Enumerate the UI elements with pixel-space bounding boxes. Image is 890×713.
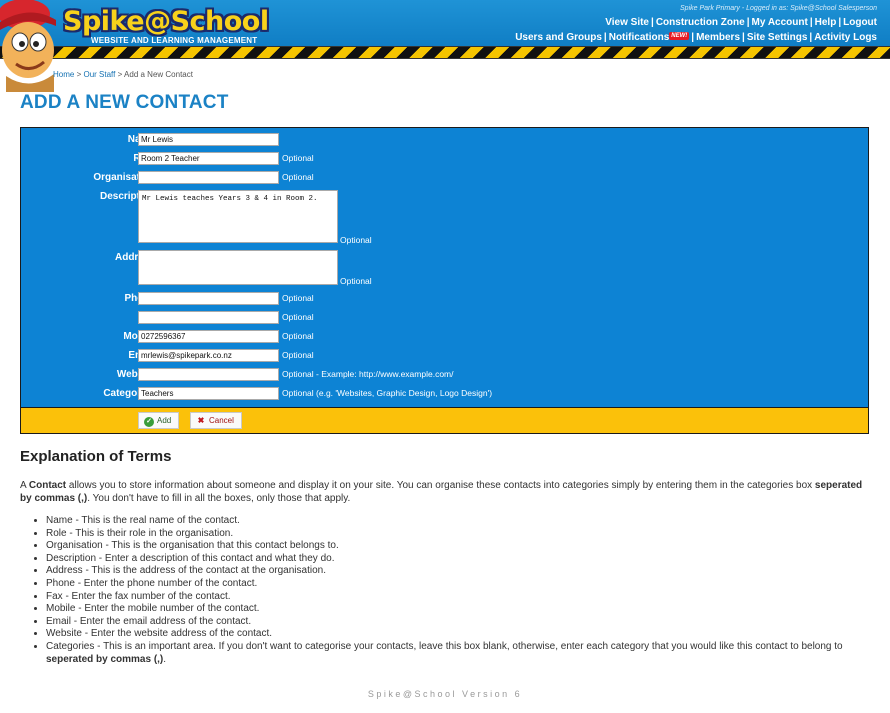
- description-hint: Optional: [340, 235, 372, 245]
- nav-logout[interactable]: Logout: [843, 17, 877, 28]
- nav-notifications[interactable]: Notifications: [609, 32, 670, 43]
- form-actions: ✓ Add ✖ Cancel: [21, 407, 868, 433]
- close-icon: ✖: [197, 416, 205, 425]
- terms-list: Name - This is the real name of the cont…: [20, 515, 870, 666]
- explanation-text: . You don't have to fill in all the boxe…: [87, 492, 351, 504]
- cancel-button[interactable]: ✖ Cancel: [190, 412, 242, 429]
- breadcrumb-current: Add a New Contact: [124, 70, 193, 79]
- nav-users-groups[interactable]: Users and Groups: [515, 32, 602, 43]
- phone-label: Phone: [35, 293, 155, 304]
- list-item: Phone - Enter the phone number of the co…: [46, 578, 870, 591]
- check-icon: ✓: [144, 417, 154, 427]
- nav-help[interactable]: Help: [815, 17, 837, 28]
- list-item: Organisation - This is the organisation …: [46, 540, 870, 553]
- list-item: Role - This is their role in the organis…: [46, 528, 870, 541]
- breadcrumb: Home > Our Staff > Add a New Contact: [53, 70, 193, 79]
- email-input[interactable]: [138, 349, 279, 362]
- categories-hint: Optional (e.g. 'Websites, Graphic Design…: [282, 388, 493, 398]
- organisation-hint: Optional: [282, 172, 314, 182]
- nav-view-site[interactable]: View Site: [605, 17, 649, 28]
- organisation-label: Organisation: [93, 172, 155, 183]
- logo-text: Spike@School: [63, 6, 269, 37]
- fax-label: Fax: [35, 312, 155, 323]
- breadcrumb-our-staff[interactable]: Our Staff: [83, 70, 115, 79]
- phone-hint: Optional: [282, 293, 314, 303]
- website-input[interactable]: [138, 368, 279, 381]
- top-nav: View Site | Construction Zone | My Account | H…: [605, 17, 877, 28]
- explanation-paragraph: A Contact allows you to store informatio…: [20, 480, 865, 505]
- website-label: Website: [116, 369, 155, 380]
- nav-members[interactable]: Members: [696, 32, 740, 43]
- mobile-label: Mobile: [35, 331, 155, 342]
- list-item: Mobile - Enter the mobile number of the …: [46, 603, 870, 616]
- nav-my-account[interactable]: My Account: [752, 17, 808, 28]
- list-item-commas-term: seperated by commas (,): [46, 653, 164, 665]
- name-input[interactable]: [138, 133, 279, 146]
- description-textarea[interactable]: Mr Lewis teaches Years 3 & 4 in Room 2.: [138, 190, 338, 243]
- website-hint: Optional - Example: http://www.example.c…: [282, 369, 454, 379]
- cancel-button-label: Cancel: [209, 416, 234, 425]
- explanation-text: A: [20, 480, 29, 491]
- nav-construction-zone[interactable]: Construction Zone: [656, 17, 745, 28]
- role-input[interactable]: [138, 152, 279, 165]
- list-item: Fax - Enter the fax number of the contac…: [46, 591, 870, 604]
- add-button[interactable]: ✓ Add: [138, 412, 180, 429]
- phone-input[interactable]: [138, 292, 279, 305]
- email-hint: Optional: [282, 350, 314, 360]
- list-item: Email - Enter the email address of the c…: [46, 616, 870, 629]
- logo-subtitle: WEBSITE AND LEARNING MANAGEMENT: [91, 36, 258, 45]
- email-label: Email: [35, 350, 155, 361]
- login-info: Spike Park Primary - Logged in as: Spike…: [680, 5, 877, 12]
- nav-activity-logs[interactable]: Activity Logs: [814, 32, 877, 43]
- explanation-title: Explanation of Terms: [20, 448, 172, 465]
- breadcrumb-home[interactable]: Home: [53, 70, 74, 79]
- list-item: Website - Enter the website address of t…: [46, 628, 870, 641]
- role-label: Role: [35, 153, 155, 164]
- breadcrumb-separator: >: [117, 70, 123, 79]
- explanation-text: allows you to store information about so…: [66, 480, 815, 491]
- list-item-text: Categories - This is an important area. …: [46, 640, 843, 652]
- explanation-contact-term: Contact: [28, 480, 67, 491]
- site-logo[interactable]: Spike@School WEBSITE AND LEARNING MANAGE…: [63, 6, 269, 45]
- page-title: ADD A NEW CONTACT: [20, 92, 229, 113]
- fax-input[interactable]: [138, 311, 279, 324]
- nav-site-settings[interactable]: Site Settings: [747, 32, 808, 43]
- list-item-text: .: [163, 653, 167, 665]
- address-hint: Optional: [340, 276, 372, 286]
- list-item: Name - This is the real name of the cont…: [46, 515, 870, 528]
- list-item: Address - This is the address of the con…: [46, 565, 870, 578]
- fax-hint: Optional: [282, 312, 314, 322]
- secondary-nav: Users and Groups | Notifications NEW! | Membe…: [515, 32, 877, 43]
- mobile-hint: Optional: [282, 331, 314, 341]
- name-label: Name: [35, 134, 155, 145]
- description-label: Description: [99, 191, 155, 202]
- address-label: Address: [114, 252, 155, 263]
- mobile-input[interactable]: [138, 330, 279, 343]
- footer-version: Spike@School Version 6: [367, 689, 523, 699]
- list-item: Categories - This is an important area. …: [46, 641, 870, 666]
- address-textarea[interactable]: [138, 250, 338, 285]
- contact-form: Name Role Optional Organisation Optional…: [20, 127, 869, 434]
- organisation-input[interactable]: [138, 171, 279, 184]
- categories-input[interactable]: [138, 387, 279, 400]
- categories-label: Categories: [103, 388, 155, 399]
- list-item: Description - Enter a description of thi…: [46, 553, 870, 566]
- hazard-stripe: [0, 46, 890, 59]
- new-badge: NEW!: [669, 32, 690, 40]
- role-hint: Optional: [282, 153, 314, 163]
- breadcrumb-separator: >: [76, 70, 82, 79]
- add-button-label: Add: [157, 416, 172, 425]
